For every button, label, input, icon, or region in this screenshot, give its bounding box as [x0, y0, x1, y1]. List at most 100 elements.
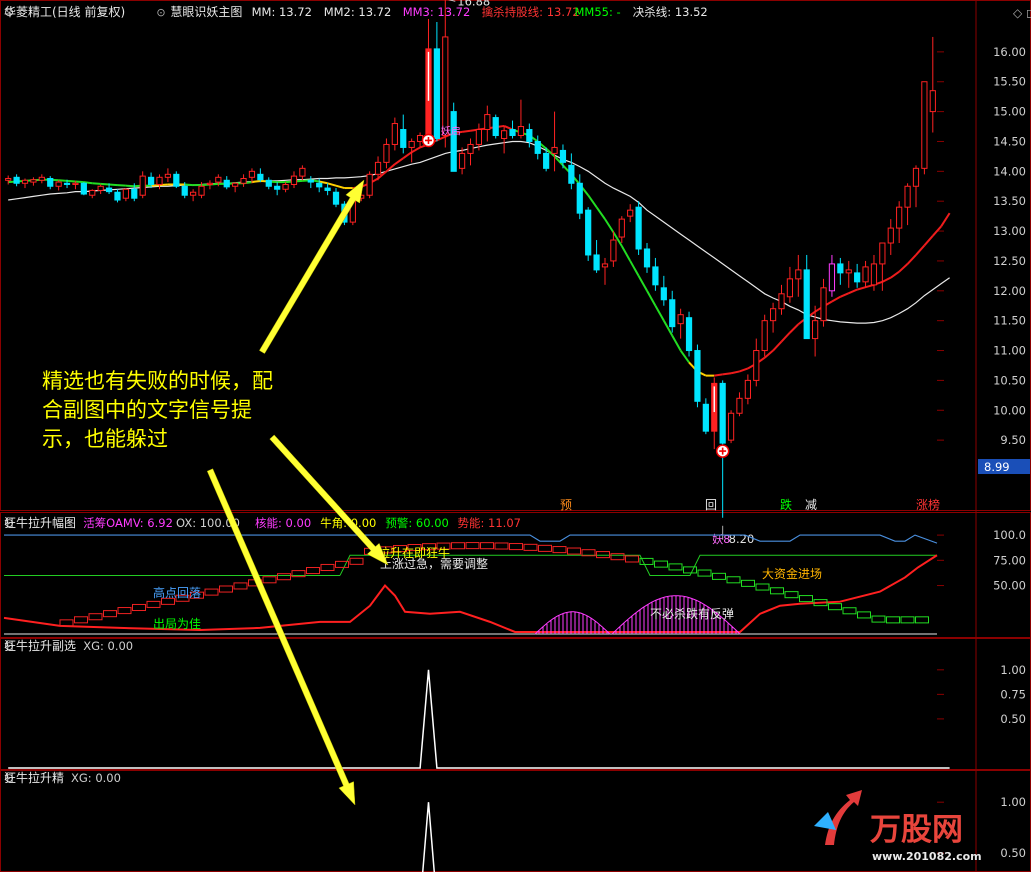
header-value: MM55: -: [575, 5, 621, 19]
ytick-label: 10.00: [993, 403, 1026, 417]
candle[interactable]: [366, 171, 373, 199]
ytick-label: 0.50: [1000, 846, 1026, 860]
candle-body: [442, 36, 449, 136]
candle-body: [896, 206, 903, 229]
candle-body: [139, 175, 146, 196]
ytick-label: 11.00: [993, 344, 1026, 358]
ytick-label: 13.50: [993, 194, 1026, 208]
ma-trend-segment: [108, 183, 118, 187]
candle-body: [223, 179, 230, 188]
candle-body: [593, 254, 600, 271]
ytick-label: 15.50: [993, 75, 1026, 89]
logo-url: www.201082.com: [872, 850, 982, 863]
candle-body: [475, 129, 483, 145]
header-value: 活筹OAMV: 6.92: [83, 516, 173, 530]
ytick-label: 100.0: [993, 528, 1026, 542]
candle[interactable]: [80, 182, 87, 196]
ytick-label: 12.00: [993, 284, 1026, 298]
signal-marker: 减: [805, 498, 817, 512]
header-value: 势能: 11.07: [458, 516, 521, 530]
ytick-label: 10.50: [993, 373, 1026, 387]
candle-body: [55, 181, 62, 187]
ytick-label: 13.00: [993, 224, 1026, 238]
candle-body: [828, 263, 836, 292]
ma-trend-segment: [125, 184, 135, 188]
candle-body: [652, 266, 659, 286]
candle-body: [105, 187, 113, 193]
candle-body: [761, 320, 768, 352]
ma-trend-segment: [714, 373, 723, 377]
signal-marker: 跌: [780, 497, 792, 512]
candle-body: [450, 111, 457, 172]
candle[interactable]: [761, 314, 768, 357]
candle-body: [38, 176, 45, 181]
header-value: 决杀线: 13.52: [633, 5, 708, 19]
candle-body: [114, 191, 121, 201]
candle-body: [307, 179, 314, 183]
candle-body: [736, 397, 743, 414]
signal-marker: 涨榜: [916, 497, 940, 512]
ytick-label: 50.00: [993, 579, 1026, 593]
candle-body: [719, 382, 726, 444]
candle[interactable]: [635, 201, 642, 255]
candle-body: [929, 90, 936, 113]
candle-body: [904, 185, 911, 208]
candle-body: [282, 183, 289, 190]
ma-trend-segment: [66, 179, 76, 183]
candle-body: [778, 293, 785, 310]
current-price-label: 8.99: [984, 460, 1010, 474]
candle-body: [803, 269, 810, 340]
candle-body: [63, 182, 71, 185]
candle-body: [299, 167, 306, 177]
candle-body: [173, 173, 180, 187]
candle-body: [366, 173, 373, 196]
candle[interactable]: [694, 344, 701, 408]
candle-body: [912, 167, 920, 187]
candle-body: [568, 164, 575, 184]
candle[interactable]: [173, 171, 180, 189]
small-label-bottom: 妖8: [712, 532, 730, 546]
candle-body: [484, 114, 491, 131]
candle-body: [635, 206, 642, 250]
ytick-label: 0.75: [1000, 687, 1026, 701]
indicator-annotation: 大资金进场: [762, 566, 822, 581]
candle-body: [30, 179, 37, 183]
candle-body: [72, 182, 79, 185]
candle-body: [215, 176, 222, 183]
candle-body: [97, 185, 104, 191]
window-controls-icon: ◇ ◻: [1013, 6, 1031, 20]
candle-body: [610, 239, 617, 262]
indicator-annotation: 不必杀跌有反弹: [650, 606, 734, 621]
candle-body: [206, 182, 214, 185]
chevron-icon: ⊙: [156, 6, 165, 19]
candle[interactable]: [685, 311, 693, 357]
candle-body: [47, 178, 54, 187]
candle-body: [694, 350, 701, 402]
candle-body: [702, 403, 709, 432]
candle-body: [526, 129, 533, 142]
candle-body: [324, 187, 331, 191]
candle-body: [795, 269, 802, 280]
candle-body: [786, 278, 794, 298]
candle-body: [534, 140, 541, 154]
candle-body: [265, 179, 272, 187]
candle-body: [433, 48, 440, 139]
candle[interactable]: [727, 410, 735, 444]
candle-body: [862, 266, 869, 283]
signal-marker: 回: [705, 498, 717, 512]
chart-title: 华菱精工(日线 前复权): [4, 4, 125, 19]
candle-body: [837, 263, 844, 274]
candle[interactable]: [921, 81, 928, 175]
candle-body: [131, 188, 138, 199]
candle-body: [374, 161, 382, 175]
candle-body: [618, 218, 625, 238]
low-label: 8.20: [729, 532, 755, 546]
ytick-label: 9.50: [1000, 433, 1026, 447]
candle-body: [316, 182, 323, 188]
candle-body: [669, 299, 676, 328]
ma-trend-segment: [151, 184, 160, 187]
chart-title: 狂牛拉升精: [4, 770, 64, 785]
candle[interactable]: [492, 114, 499, 139]
candle-body: [89, 189, 96, 196]
candle[interactable]: [585, 207, 592, 261]
